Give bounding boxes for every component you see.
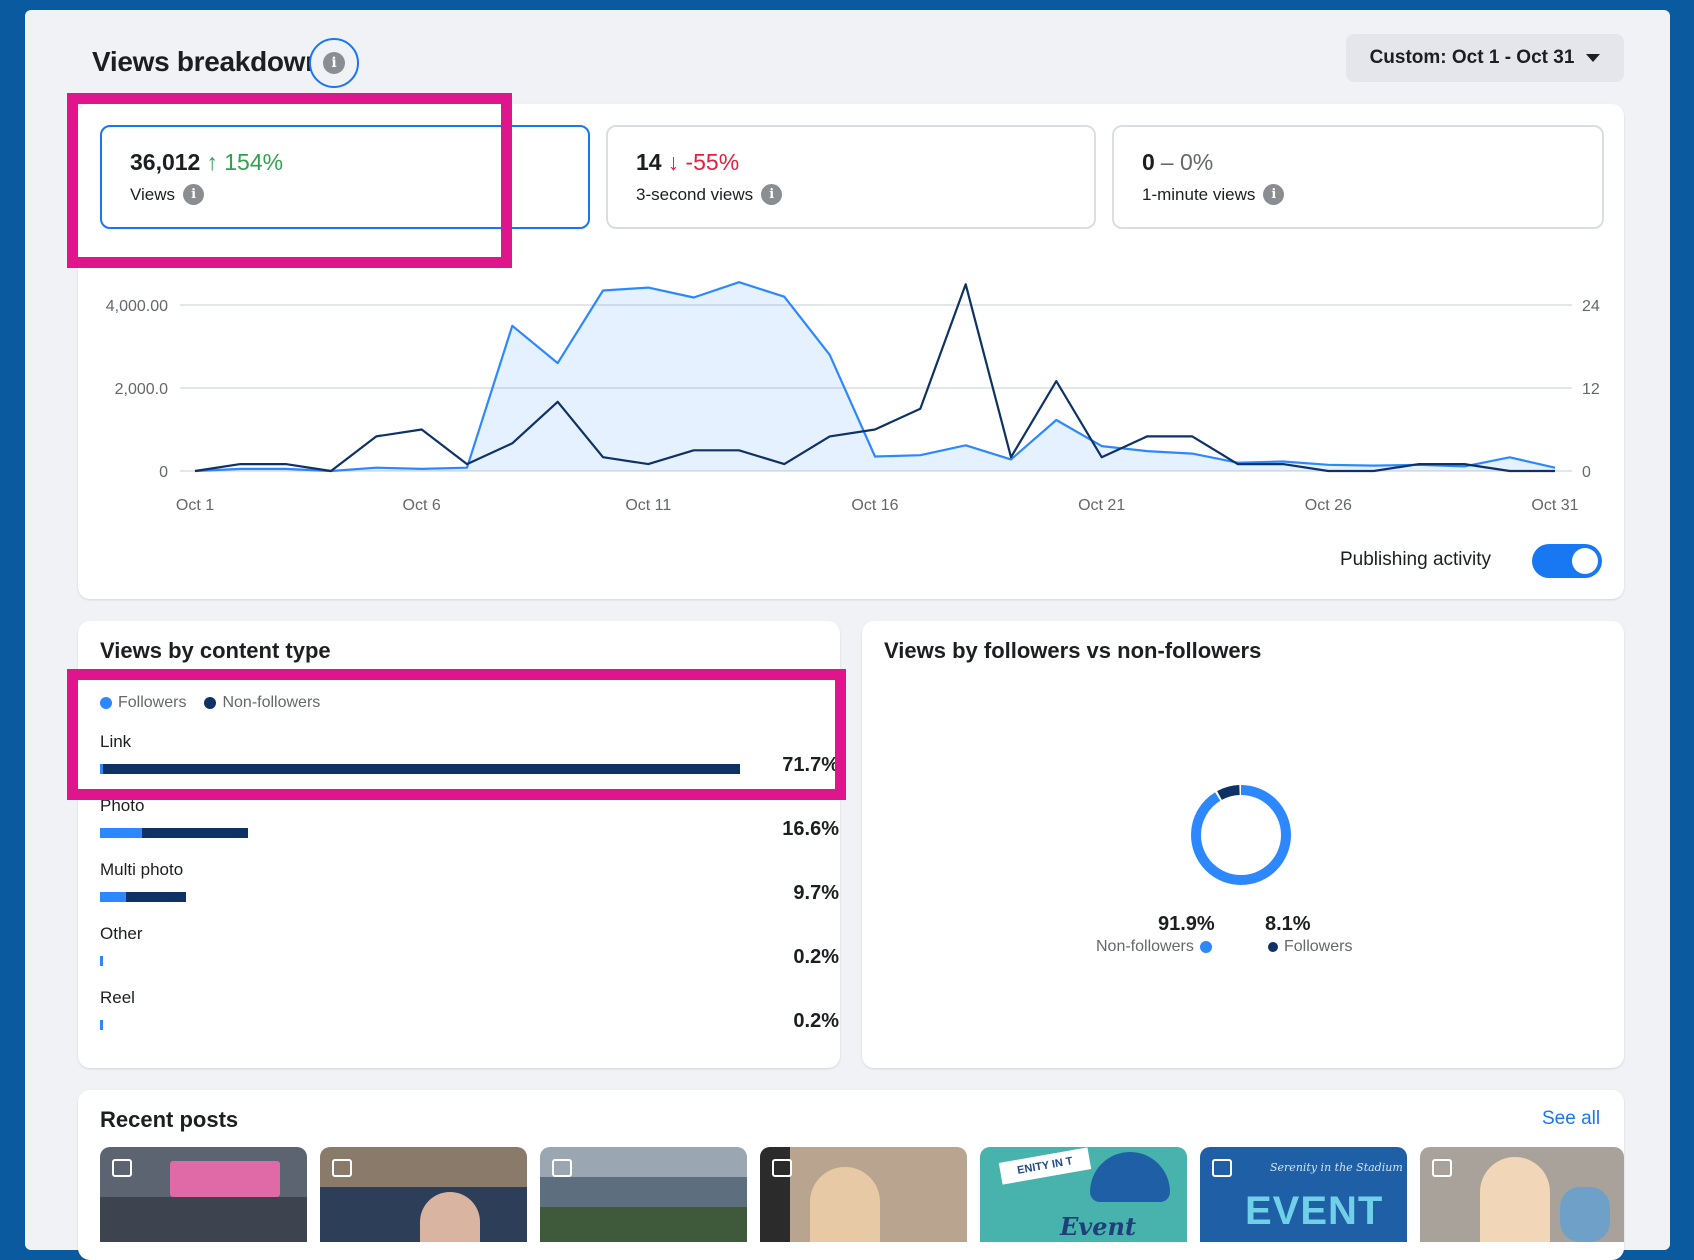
followers-dot xyxy=(1268,942,1278,952)
thumbnail-scene xyxy=(170,1161,280,1197)
followers-bar-segment xyxy=(100,1020,103,1030)
y-left-tick-label: 4,000.00 xyxy=(106,298,168,315)
non-followers-bar-segment xyxy=(125,892,187,902)
thumbnail-scene xyxy=(100,1197,307,1242)
series-area xyxy=(195,282,1555,471)
thumbnail-text: EVENT xyxy=(1245,1189,1384,1233)
photo-icon xyxy=(332,1159,352,1177)
highlight-box-link-row xyxy=(67,669,846,800)
recent-post-thumbnail[interactable]: Serenity in the Stadium EVENT xyxy=(1200,1147,1407,1242)
thumbnail-caption: Serenity in the Stadium xyxy=(1270,1161,1403,1174)
y-right-tick-label: 24 xyxy=(1582,298,1600,315)
photo-icon xyxy=(1212,1159,1232,1177)
recent-post-thumbnail[interactable] xyxy=(1420,1147,1624,1242)
audience-donut-chart xyxy=(1191,785,1291,885)
y-left-tick-label: 2,000.0 xyxy=(115,381,168,398)
recent-post-thumbnail[interactable] xyxy=(760,1147,967,1242)
non-followers-label: Non-followers xyxy=(1096,938,1194,955)
thumbnail-scene xyxy=(810,1167,880,1242)
thumbnail-scene xyxy=(1480,1157,1550,1242)
thumbnail-text: Event xyxy=(1060,1212,1137,1241)
content-type-row-label: Multi photo xyxy=(100,860,184,879)
views-line-chart: 0 0 2,000.0 12 4,000.00 24 Oct 1 Oct 6 Oct 11 Oct… xyxy=(106,281,1600,514)
non-followers-bar-segment xyxy=(141,828,249,838)
photo-icon xyxy=(1432,1159,1452,1177)
series-line-1 xyxy=(194,281,1556,473)
content-type-row-pct: 16.6% xyxy=(782,818,839,840)
followers-bar-segment xyxy=(100,956,103,966)
publishing-activity-label: Publishing activity xyxy=(1340,549,1492,570)
recent-post-thumbnail[interactable] xyxy=(320,1147,527,1242)
content-type-row-label: Reel xyxy=(100,988,135,1007)
non-followers-slice xyxy=(1191,785,1291,885)
thumbnail-scene xyxy=(540,1207,747,1242)
recent-post-thumbnail[interactable] xyxy=(100,1147,307,1242)
content-type-row-pct: 0.2% xyxy=(793,946,839,968)
followers-label: Followers xyxy=(1284,938,1353,955)
content-type-bar xyxy=(100,892,187,902)
see-all-link[interactable]: See all xyxy=(1542,1108,1600,1130)
y-right-tick-label: 0 xyxy=(1582,464,1591,481)
x-tick-label: Oct 6 xyxy=(403,497,441,514)
content-type-row-pct: 0.2% xyxy=(793,1010,839,1032)
content-type-bar xyxy=(100,828,249,838)
series-line-2 xyxy=(194,283,1555,473)
content-type-row-pct: 9.7% xyxy=(793,882,839,904)
recent-post-thumbnail[interactable] xyxy=(540,1147,747,1242)
photo-icon xyxy=(112,1159,132,1177)
x-tick-label: Oct 21 xyxy=(1078,497,1125,514)
content-type-bar xyxy=(100,956,103,966)
highlight-box-views-metric xyxy=(67,93,512,268)
x-tick-label: Oct 11 xyxy=(625,497,671,514)
followers-pct: 8.1% xyxy=(1265,913,1311,935)
publishing-activity-toggle[interactable] xyxy=(1532,544,1602,578)
thumbnail-banner: ENITY IN T xyxy=(998,1147,1092,1185)
toggle-knob xyxy=(1572,548,1598,574)
photo-icon xyxy=(552,1159,572,1177)
content-type-title: Views by content type xyxy=(100,638,331,663)
photo-icon xyxy=(772,1159,792,1177)
y-left-tick-label: 0 xyxy=(159,464,168,481)
non-followers-pct: 91.9% xyxy=(1158,913,1215,935)
thumbnail-scene xyxy=(540,1177,747,1207)
content-type-row-label: Other xyxy=(100,924,143,943)
x-tick-label: Oct 1 xyxy=(176,497,214,514)
non-followers-dot xyxy=(1199,941,1212,953)
recent-post-thumbnail[interactable]: ENITY IN T Event xyxy=(980,1147,1187,1242)
x-tick-label: Oct 16 xyxy=(851,497,898,514)
y-right-tick-label: 12 xyxy=(1582,381,1600,398)
recent-posts-title: Recent posts xyxy=(100,1107,239,1132)
cap-shape xyxy=(1090,1152,1170,1202)
followers-legend: Followers xyxy=(1268,938,1352,956)
audience-title: Views by followers vs non-followers xyxy=(884,638,1262,663)
non-followers-legend: Non-followers xyxy=(1096,938,1212,956)
followers-bar-segment xyxy=(100,892,126,902)
thumbnail-scene xyxy=(1560,1187,1610,1242)
x-tick-label: Oct 26 xyxy=(1305,497,1352,514)
content-type-bar xyxy=(100,1020,103,1030)
x-tick-label: Oct 31 xyxy=(1531,497,1578,514)
followers-bar-segment xyxy=(100,828,142,838)
